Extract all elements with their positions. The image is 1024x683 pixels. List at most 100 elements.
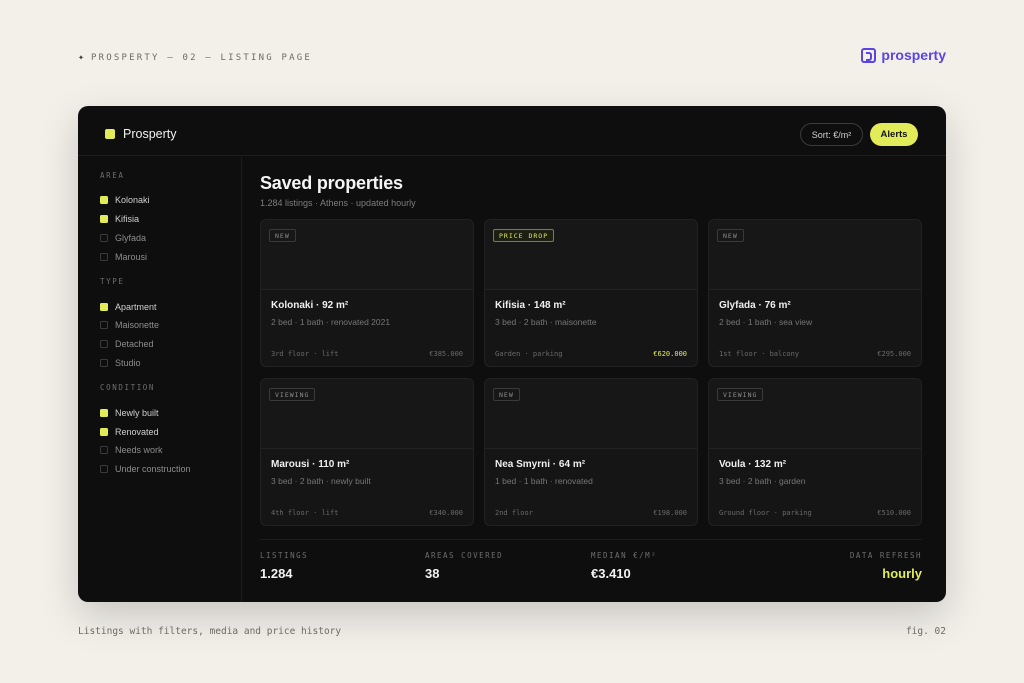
logo-square-icon — [105, 129, 115, 139]
filter-option[interactable]: Apartment — [100, 297, 241, 316]
property-card[interactable]: PRICE DROP Kifisia · 148 m² 3 bed · 2 ba… — [484, 219, 698, 367]
card-meta: 1st floor · balcony — [719, 350, 800, 358]
stat-label: DATA REFRESH — [849, 551, 922, 560]
card-title: Nea Smyrni · 64 m² — [495, 459, 586, 470]
filter-group-title: AREA — [100, 171, 125, 180]
filter-option[interactable]: Kolonaki — [100, 191, 241, 210]
stat-label: AREAS COVERED — [425, 551, 504, 560]
filter-option-label: Maisonette — [115, 320, 160, 331]
app-logo[interactable]: Prosperty — [105, 127, 177, 141]
filter-sidebar: AREA Kolonaki Kifisia Glyfada Marousi TY… — [78, 157, 242, 602]
filter-option[interactable]: Needs work — [100, 441, 241, 460]
stat-label: LISTINGS — [260, 551, 309, 560]
card-media[interactable]: NEW — [485, 379, 697, 449]
checkbox[interactable] — [100, 252, 108, 261]
stat-value: hourly — [882, 566, 922, 581]
card-badge: NEW — [269, 229, 296, 242]
checkbox[interactable] — [100, 465, 108, 474]
filter-group-condition: CONDITION Newly built Renovated Needs wo… — [100, 383, 241, 478]
filter-option[interactable]: Renovated — [100, 422, 241, 441]
filter-option-label: Needs work — [115, 445, 163, 456]
brand-name: prosperty — [881, 47, 946, 63]
checkbox[interactable] — [100, 446, 108, 455]
stat-data-refresh: DATA REFRESH hourly — [850, 551, 922, 581]
card-badge: NEW — [717, 229, 744, 242]
card-footer: 2nd floor €198.000 — [495, 509, 687, 517]
card-media[interactable]: NEW — [709, 220, 921, 290]
filter-option[interactable]: Kifisia — [100, 210, 241, 229]
filter-option-label: Apartment — [115, 301, 157, 312]
card-badge: VIEWING — [717, 388, 764, 401]
filter-option[interactable]: Detached — [100, 335, 241, 354]
checkbox[interactable] — [100, 215, 108, 224]
filter-option[interactable]: Under construction — [100, 460, 241, 479]
filter-option[interactable]: Marousi — [100, 247, 241, 266]
card-description: 1 bed · 1 bath · renovated — [495, 476, 593, 486]
filter-option-label: Kolonaki — [115, 195, 150, 206]
checkbox[interactable] — [100, 196, 108, 205]
brand-logo: prosperty — [861, 47, 946, 63]
checkbox[interactable] — [100, 233, 108, 242]
checkbox[interactable] — [100, 340, 108, 349]
stat-value: 1.284 — [260, 566, 293, 581]
filter-option[interactable]: Studio — [100, 354, 241, 373]
stat-label: MEDIAN €/M² — [591, 551, 658, 560]
filter-group-title: TYPE — [100, 277, 125, 287]
filter-option[interactable]: Maisonette — [100, 316, 241, 335]
card-description: 2 bed · 1 bath · renovated 2021 — [271, 317, 391, 327]
page-title: Saved properties — [260, 173, 403, 193]
filter-group-type: TYPE Apartment Maisonette Detached Studi… — [100, 277, 241, 372]
card-meta: 3rd floor · lift — [271, 350, 339, 358]
card-badge: VIEWING — [269, 388, 316, 401]
property-card[interactable]: NEW Kolonaki · 92 m² 2 bed · 1 bath · re… — [260, 219, 474, 367]
app-name: Prosperty — [123, 127, 177, 141]
card-badge: NEW — [493, 388, 520, 401]
filter-option-label: Glyfada — [115, 232, 147, 243]
checkbox[interactable] — [100, 321, 108, 330]
sort-button[interactable]: Sort: €/m² — [800, 123, 863, 146]
card-media[interactable]: VIEWING — [261, 379, 473, 449]
filter-option[interactable]: Glyfada — [100, 229, 241, 248]
filter-group-area: AREA Kolonaki Kifisia Glyfada Marousi — [100, 171, 241, 266]
filter-option-label: Detached — [115, 339, 154, 350]
card-price: €620.000 — [653, 350, 687, 358]
checkbox[interactable] — [100, 427, 108, 436]
property-card[interactable]: VIEWING Marousi · 110 m² 3 bed · 2 bath … — [260, 378, 474, 526]
card-footer: 3rd floor · lift €385.000 — [271, 350, 463, 358]
card-price: €510.000 — [877, 509, 911, 517]
stat-median-price: MEDIAN €/M² €3.410 — [591, 551, 657, 581]
card-price: €340.000 — [429, 509, 463, 517]
card-title: Voula · 132 m² — [719, 459, 787, 470]
checkbox[interactable] — [100, 358, 108, 367]
property-card[interactable]: NEW Glyfada · 76 m² 2 bed · 1 bath · sea… — [708, 219, 922, 367]
filter-option-label: Renovated — [115, 426, 159, 437]
sparkle-icon: ✦ — [78, 52, 85, 63]
property-card[interactable]: NEW Nea Smyrni · 64 m² 1 bed · 1 bath · … — [484, 378, 698, 526]
stat-areas: AREAS COVERED 38 — [425, 551, 503, 581]
checkbox[interactable] — [100, 302, 108, 311]
filter-option-label: Marousi — [115, 251, 148, 262]
card-title: Glyfada · 76 m² — [719, 300, 791, 311]
card-title: Marousi · 110 m² — [271, 459, 350, 470]
page-label: ✦ PROSPERTY — 02 — LISTING PAGE — [78, 52, 312, 63]
checkbox[interactable] — [100, 408, 108, 417]
card-title: Kolonaki · 92 m² — [271, 300, 349, 311]
stat-listings: LISTINGS 1.284 — [260, 551, 308, 581]
card-media[interactable]: VIEWING — [709, 379, 921, 449]
card-media[interactable]: NEW — [261, 220, 473, 290]
stats-bar: LISTINGS 1.284 AREAS COVERED 38 MEDIAN €… — [260, 539, 922, 599]
card-description: 3 bed · 2 bath · newly built — [271, 476, 371, 486]
card-meta: 4th floor · lift — [271, 509, 339, 517]
card-footer: Ground floor · parking €510.000 — [719, 509, 911, 517]
card-media[interactable]: PRICE DROP — [485, 220, 697, 290]
card-meta: 2nd floor — [495, 509, 533, 517]
card-description: 3 bed · 2 bath · garden — [719, 476, 806, 486]
filter-group-title: CONDITION — [100, 383, 156, 393]
filter-option-label: Newly built — [115, 407, 159, 418]
property-card[interactable]: VIEWING Voula · 132 m² 3 bed · 2 bath · … — [708, 378, 922, 526]
card-footer: Garden · parking €620.000 — [495, 350, 687, 358]
alerts-button[interactable]: Alerts — [870, 123, 918, 146]
filter-option[interactable]: Newly built — [100, 403, 241, 422]
stat-value: €3.410 — [591, 566, 631, 581]
filter-option-label: Kifisia — [115, 214, 140, 225]
